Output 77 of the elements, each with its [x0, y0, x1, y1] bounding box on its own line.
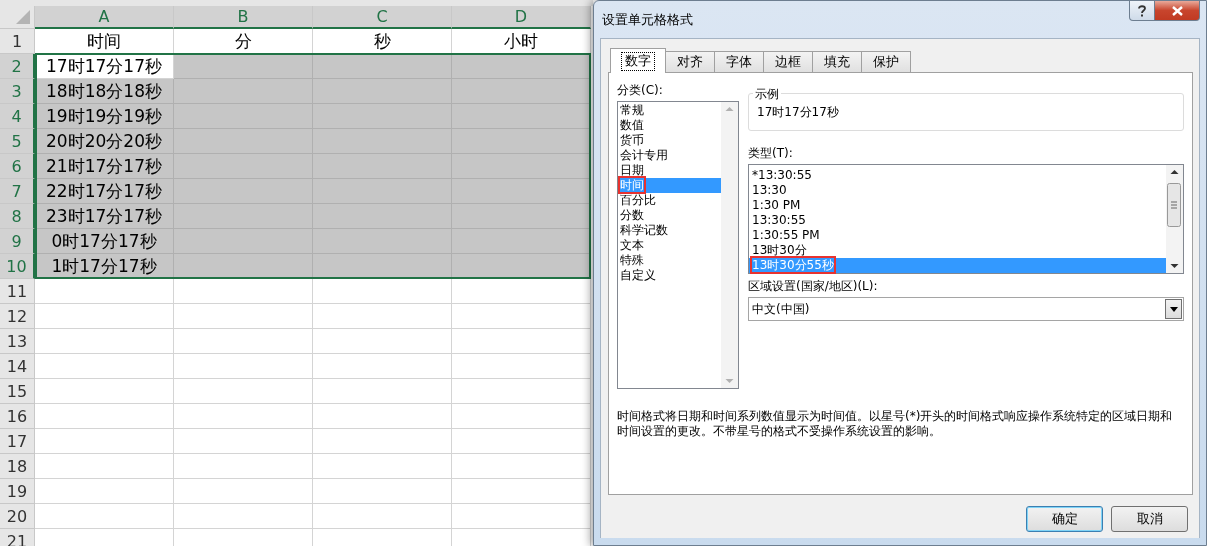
type-item[interactable]: 1:30:55 PM — [749, 228, 1166, 243]
type-item[interactable]: 13时30分 — [749, 243, 1166, 258]
row-header[interactable]: 14 — [0, 354, 35, 379]
dropdown-arrow-icon — [1169, 306, 1178, 312]
category-item[interactable]: 科学记数 — [618, 223, 721, 238]
category-item[interactable]: 货币 — [618, 133, 721, 148]
row-header[interactable]: 7 — [0, 179, 35, 204]
row-header[interactable]: 20 — [0, 504, 35, 529]
column-header[interactable]: D — [452, 6, 591, 29]
row-header[interactable]: 8 — [0, 204, 35, 229]
tab[interactable]: 对齐 — [665, 51, 715, 72]
row-header[interactable]: 11 — [0, 279, 35, 304]
table-cell: 1时17分17秒 — [35, 254, 174, 279]
category-item[interactable]: 数值 — [618, 118, 721, 133]
row-header[interactable]: 19 — [0, 479, 35, 504]
ok-button[interactable]: 确定 — [1026, 506, 1103, 532]
sample-value: 17时17分17秒 — [757, 103, 840, 121]
tab[interactable]: 数字 — [610, 48, 666, 73]
row-header[interactable]: 15 — [0, 379, 35, 404]
row-header[interactable]: 4 — [0, 104, 35, 129]
row-header[interactable]: 18 — [0, 454, 35, 479]
row-header[interactable]: 5 — [0, 129, 35, 154]
type-item[interactable]: *13:30:55 — [749, 168, 1166, 183]
column-header[interactable]: B — [174, 6, 313, 29]
table-cell: 0时17分17秒 — [35, 229, 174, 254]
row-header[interactable]: 12 — [0, 304, 35, 329]
help-icon — [1138, 4, 1146, 17]
tab[interactable]: 填充 — [812, 51, 862, 72]
row-header[interactable]: 9 — [0, 229, 35, 254]
category-item[interactable]: 文本 — [618, 238, 721, 253]
row-header[interactable]: 10 — [0, 254, 35, 279]
table-cell: 18时18分18秒 — [35, 79, 174, 104]
row-header[interactable]: 2 — [0, 54, 35, 79]
type-list[interactable]: *13:30:55 13:30 1:30 PM 13:30:55 1:30:55 PM 13时30分 13时30分55秒 — [748, 164, 1184, 274]
table-cell: 17时17分17秒 — [35, 54, 174, 79]
locale-dropdown[interactable]: 中文(中国) — [748, 297, 1184, 321]
table-cell: 19时19分19秒 — [35, 104, 174, 129]
description-text: 时间格式将日期和时间系列数值显示为时间值。以星号(*)开头的时间格式响应操作系统特定的区域日期和时间设置的更改。不带星号的格式不受操作系统设置的影响。 — [617, 409, 1174, 439]
row-header[interactable]: 13 — [0, 329, 35, 354]
scrollbar[interactable] — [1166, 165, 1183, 273]
category-list[interactable]: 常规 数值 货币 会计专用 日期 时间 百分比 分数 科学记数 文本 特殊 自定义 — [617, 101, 739, 389]
row-header[interactable]: 16 — [0, 404, 35, 429]
tab[interactable]: 边框 — [763, 51, 813, 72]
type-item[interactable]: 13:30:55 — [749, 213, 1166, 228]
category-item[interactable]: 百分比 — [618, 193, 721, 208]
type-item[interactable]: 1:30 PM — [749, 198, 1166, 213]
row-header[interactable]: 17 — [0, 429, 35, 454]
category-label: 分类(C): — [617, 82, 664, 98]
table-cell: 21时17分17秒 — [35, 154, 174, 179]
sample-label: 示例 — [753, 86, 781, 103]
table-cell: 20时20分20秒 — [35, 129, 174, 154]
category-item[interactable]: 会计专用 — [618, 148, 721, 163]
help-button[interactable] — [1129, 1, 1155, 21]
locale-label: 区域设置(国家/地区)(L): — [748, 278, 879, 294]
cancel-button[interactable]: 取消 — [1111, 506, 1188, 532]
close-button[interactable] — [1155, 1, 1200, 21]
row-header[interactable]: 3 — [0, 79, 35, 104]
select-all-icon[interactable] — [16, 10, 30, 24]
tab[interactable]: 字体 — [714, 51, 764, 72]
table-cell: 22时17分17秒 — [35, 179, 174, 204]
window-title: 设置单元格格式 — [601, 11, 693, 29]
tab[interactable]: 保护 — [861, 51, 911, 72]
type-label: 类型(T): — [748, 145, 794, 161]
column-header[interactable]: A — [35, 6, 174, 29]
type-item[interactable]: 13:30 — [749, 183, 1166, 198]
category-item[interactable]: 自定义 — [618, 268, 721, 283]
row-header[interactable]: 6 — [0, 154, 35, 179]
table-cell: 23时17分17秒 — [35, 204, 174, 229]
close-icon — [1171, 5, 1183, 16]
category-item[interactable]: 日期 — [618, 163, 721, 178]
scroll-thumb-icon[interactable] — [1167, 183, 1181, 227]
category-item[interactable]: 分数 — [618, 208, 721, 223]
column-header[interactable]: C — [313, 6, 452, 29]
row-header[interactable]: 1 — [0, 29, 35, 54]
category-item[interactable]: 常规 — [618, 103, 721, 118]
category-item[interactable]: 特殊 — [618, 253, 721, 268]
row-header[interactable]: 21 — [0, 529, 35, 546]
